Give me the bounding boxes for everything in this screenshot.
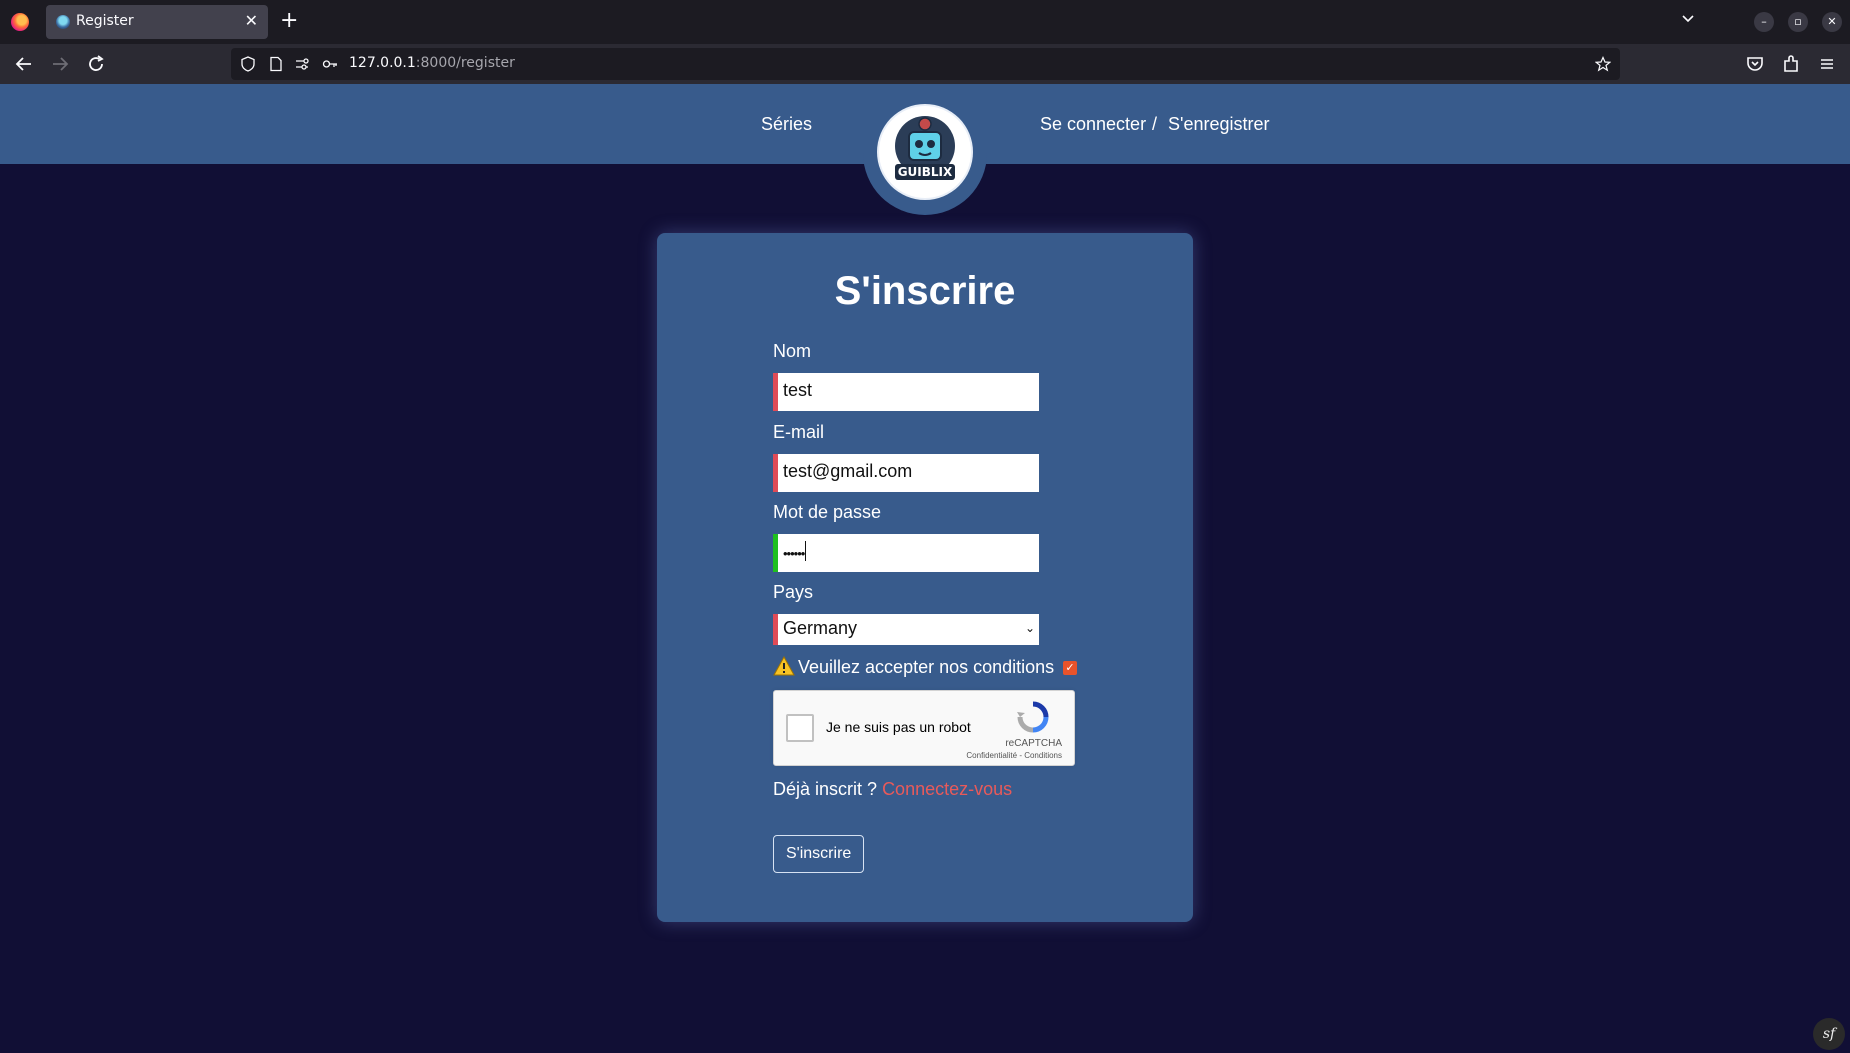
warning-icon (773, 655, 795, 676)
country-select[interactable]: Germany ⌄ (773, 614, 1039, 645)
restore-icon[interactable]: ▫ (1788, 12, 1808, 32)
url-text[interactable]: 127.0.0.1:8000/register (349, 55, 515, 71)
symfony-toolbar-icon[interactable]: sf (1813, 1018, 1845, 1050)
reload-icon[interactable] (84, 52, 108, 76)
nav-separator: / (1152, 114, 1158, 134)
name-label: Nom (773, 341, 812, 361)
email-field[interactable]: test@gmail.com (773, 454, 1039, 492)
password-label: Mot de passe (773, 502, 882, 522)
email-value: test@gmail.com (783, 461, 913, 481)
country-label: Pays (773, 582, 814, 602)
forward-icon[interactable] (48, 52, 72, 76)
browser-tab[interactable]: Register ✕ (46, 5, 268, 39)
recaptcha-widget: Je ne suis pas un robot reCAPTCHA Confid… (773, 690, 1075, 766)
close-tab-icon[interactable]: ✕ (245, 11, 258, 31)
key-icon[interactable] (322, 56, 338, 72)
back-icon[interactable] (12, 52, 36, 76)
chevron-down-icon: ⌄ (1024, 621, 1035, 635)
password-value: •••••• (783, 546, 805, 561)
new-tab-icon[interactable]: + (280, 8, 298, 34)
page-title: S'inscrire (834, 269, 1016, 313)
terms-row: Veuillez accepter nos conditions (773, 655, 1055, 678)
nav-link-login[interactable]: Se connecter (1040, 114, 1146, 135)
nav-link-series[interactable]: Séries (761, 114, 812, 135)
minimize-icon[interactable]: – (1754, 12, 1774, 32)
text-caret (805, 541, 807, 561)
recaptcha-label: Je ne suis pas un robot (826, 719, 971, 735)
recaptcha-checkbox[interactable] (786, 714, 814, 742)
recaptcha-icon (1017, 701, 1049, 733)
firefox-icon[interactable] (11, 13, 29, 31)
menu-icon[interactable] (1815, 52, 1839, 76)
nav-link-register[interactable]: S'enregistrer (1168, 114, 1269, 135)
name-field[interactable]: test (773, 373, 1039, 411)
page-icon[interactable] (268, 56, 284, 72)
login-link[interactable]: Connectez-vous (882, 779, 1012, 799)
country-value: Germany (783, 618, 858, 638)
bookmark-star-icon[interactable] (1594, 56, 1612, 72)
url-host: 127.0.0.1 (349, 55, 416, 71)
tab-title: Register (76, 13, 134, 29)
browser-nav-bar: 127.0.0.1:8000/register (0, 44, 1850, 84)
tab-list-chevron-icon[interactable] (1680, 10, 1696, 30)
extensions-icon[interactable] (1779, 52, 1803, 76)
guiblix-logo[interactable]: GUIBLIX (879, 106, 971, 198)
register-card: S'inscrire Nom test E-mail test@gmail.co… (657, 233, 1193, 922)
url-bar[interactable]: 127.0.0.1:8000/register (231, 48, 1620, 80)
recaptcha-brand: reCAPTCHA (1005, 738, 1062, 749)
recaptcha-links[interactable]: Confidentialité - Conditions (966, 751, 1062, 760)
url-path: :8000/register (415, 55, 515, 71)
already-registered: Déjà inscrit ? Connectez-vous (773, 779, 1012, 800)
register-button[interactable]: S'inscrire (773, 835, 865, 873)
permissions-icon[interactable] (294, 56, 310, 72)
close-window-icon[interactable]: ✕ (1822, 12, 1842, 32)
password-field[interactable]: •••••• (773, 534, 1039, 572)
already-text: Déjà inscrit ? (773, 779, 878, 799)
shield-icon[interactable] (240, 56, 256, 72)
browser-tab-bar: Register ✕ + – ▫ ✕ (0, 0, 1850, 44)
tab-favicon-icon (56, 15, 70, 29)
name-value: test (783, 380, 813, 400)
terms-label: Veuillez accepter nos conditions (798, 657, 1055, 677)
terms-checkbox[interactable]: ✓ (1063, 661, 1077, 675)
pocket-icon[interactable] (1743, 52, 1767, 76)
email-label: E-mail (773, 422, 825, 442)
logo-text: GUIBLIX (897, 165, 953, 179)
